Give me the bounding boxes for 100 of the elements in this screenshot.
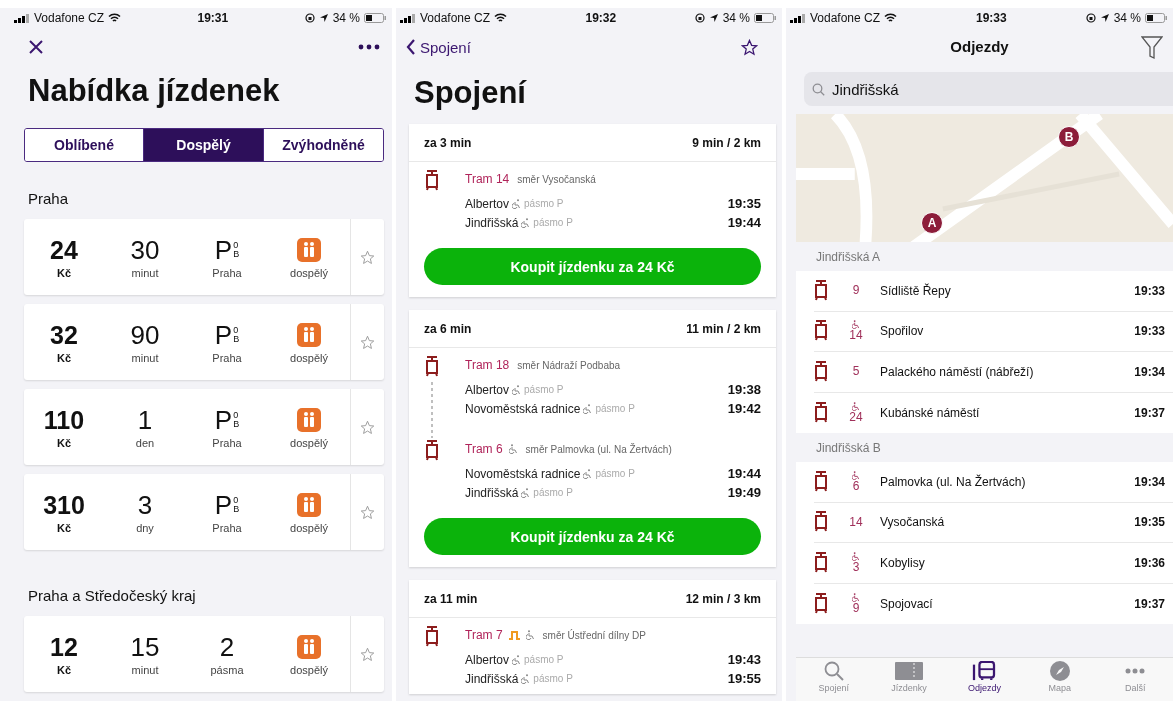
- departure-time: 19:33: [1134, 324, 1165, 339]
- direction-label: směr Vysočanská: [517, 173, 596, 185]
- favorite-star-icon[interactable]: [741, 38, 758, 56]
- adult-passenger-icon: [297, 634, 321, 659]
- back-chevron-icon[interactable]: [406, 39, 416, 55]
- map-drawing[interactable]: A B: [796, 114, 1173, 242]
- wheelchair-icon: [852, 320, 860, 330]
- signal-icon: [14, 13, 30, 23]
- destination-name: Palackého náměstí (nábřeží): [880, 364, 1034, 379]
- departure-time: 19:33: [1134, 283, 1165, 298]
- search-field[interactable]: Jindřišská: [804, 72, 1173, 106]
- screen-title: Spojení: [414, 74, 528, 112]
- zone-label: Praha: [212, 351, 242, 364]
- ticket-price: 24: [50, 235, 78, 264]
- wheelchair-icon: [512, 198, 522, 209]
- favorite-star-icon[interactable]: [360, 334, 375, 350]
- departure-row[interactable]: 14 Vysočanská 19:35: [814, 502, 1173, 543]
- wheelchair-icon: [852, 470, 860, 480]
- more-icon[interactable]: [358, 44, 380, 50]
- zone-label: pásmo P: [524, 384, 564, 395]
- tram-icon: [814, 401, 828, 424]
- passenger-type: dospělý: [290, 663, 328, 676]
- stop-time: 19:42: [727, 401, 761, 416]
- stop-marker[interactable]: B: [1058, 126, 1080, 148]
- duration-unit: minut: [131, 351, 159, 364]
- departure-row[interactable]: 5 Palackého náměstí (nábřeží) 19:34: [814, 352, 1173, 393]
- line-number: 14: [849, 515, 863, 529]
- duration-unit: den: [135, 436, 155, 449]
- currency-label: Kč: [56, 351, 72, 364]
- section-heading: Praha a Středočeský kraj: [28, 587, 197, 604]
- currency-label: Kč: [56, 663, 72, 676]
- direction-label: směr Nádraží Podbaba: [517, 359, 621, 371]
- line-number: 24: [849, 410, 863, 424]
- close-icon[interactable]: [28, 39, 44, 55]
- stop-marker[interactable]: A: [921, 212, 943, 234]
- wheelchair-icon: [583, 403, 593, 414]
- adult-passenger-icon: [297, 322, 321, 347]
- duration-value: 30: [130, 235, 160, 264]
- signal-icon: [790, 13, 806, 23]
- departs-in: za 11 min: [424, 591, 478, 606]
- stop-time: 19:43: [727, 652, 761, 667]
- zone-label: Praha: [212, 521, 242, 534]
- duration-value: 15: [130, 632, 160, 661]
- departure-row[interactable]: 6 Palmovka (ul. Na Žertvách) 19:34: [814, 462, 1173, 503]
- tram-icon: [814, 279, 828, 302]
- tram-icon: [425, 626, 439, 648]
- connection-card[interactable]: za 3 min 9 min / 2 km Tram 14 směr Vysočanská Albertov pásmo P 19:35 Jindřišská pásmo P 19:44 Koupit jízdenku za 24 Kč: [409, 124, 776, 297]
- wheelchair-icon: [512, 384, 522, 395]
- tram-icon: [814, 511, 828, 534]
- clock-time: 19:31: [197, 11, 229, 25]
- tram-icon: [425, 440, 439, 462]
- back-link[interactable]: Spojení: [406, 38, 471, 56]
- wheelchair-icon: [583, 468, 593, 479]
- ticket-card[interactable]: 12 Kč 15 minut 2 pásma dospělý: [24, 616, 384, 692]
- favorite-star-icon[interactable]: [360, 419, 375, 435]
- tram-icon: [814, 470, 828, 493]
- connection-card[interactable]: [409, 310, 776, 567]
- filter-icon[interactable]: [1141, 36, 1163, 60]
- departure-row[interactable]: 3 Kobylisy 19:36: [814, 543, 1173, 584]
- carrier-name: Vodafone CZ: [34, 11, 105, 25]
- line-number: 9: [852, 284, 860, 298]
- screen-title: Nabídka jízdenek: [28, 72, 281, 110]
- ticket-price: 32: [50, 320, 78, 349]
- departure-row[interactable]: 24 Kubánské náměstí 19:37: [814, 392, 1173, 433]
- tram-icon: [814, 551, 828, 574]
- departs-in: za 3 min: [424, 135, 472, 150]
- stop-time: 19:38: [727, 382, 761, 397]
- stop-name: Albertov: [465, 652, 510, 667]
- zone-count: 2: [219, 632, 235, 661]
- clock-time: 19:33: [976, 11, 1007, 25]
- departure-row[interactable]: 9 Sídliště Řepy 19:33: [814, 271, 1173, 312]
- transfer-dashed-line: [431, 382, 433, 438]
- segment-tab[interactable]: Dospělý: [143, 129, 263, 161]
- segment-tab[interactable]: Zvýhodněné: [263, 129, 383, 161]
- ticket-icon: [895, 661, 924, 681]
- rotation-lock-icon: [1085, 13, 1096, 23]
- battery-icon: [1145, 13, 1167, 23]
- tram-icon: [814, 592, 828, 615]
- tab-bar-item[interactable]: Odjezdy: [954, 661, 1015, 701]
- line-number: 6: [852, 479, 860, 493]
- connection-card[interactable]: za 11 min 12 min / 3 km Tram 7 směr Ústřední dílny DP Albertov pásmo P 19:43 Jindřišská pásmo P 19:55: [409, 580, 776, 694]
- tram-icon: [814, 360, 828, 383]
- passenger-type: dospělý: [290, 266, 328, 279]
- segment-tab[interactable]: Oblíbené: [25, 129, 143, 161]
- stop-heading: Jindřišská B: [815, 439, 882, 457]
- stop-heading: Jindřišská A: [815, 248, 882, 266]
- favorite-star-icon[interactable]: [360, 504, 375, 520]
- duration-unit: minut: [131, 663, 159, 676]
- stop-name: Novoměstská radnice: [465, 401, 581, 416]
- departure-row[interactable]: 9 Spojovací 19:37: [814, 583, 1173, 624]
- destination-name: Spořilov: [880, 324, 924, 339]
- location-icon: [318, 13, 329, 23]
- zone-label: Praha: [212, 436, 242, 449]
- favorite-star-icon[interactable]: [360, 646, 375, 662]
- destination-name: Sídliště Řepy: [880, 283, 951, 298]
- passenger-type: dospělý: [290, 521, 328, 534]
- tram-line: Tram 7: [465, 628, 503, 642]
- departure-time: 19:36: [1134, 555, 1165, 570]
- favorite-star-icon[interactable]: [360, 249, 375, 265]
- departure-row[interactable]: 14 Spořilov 19:33: [814, 311, 1173, 352]
